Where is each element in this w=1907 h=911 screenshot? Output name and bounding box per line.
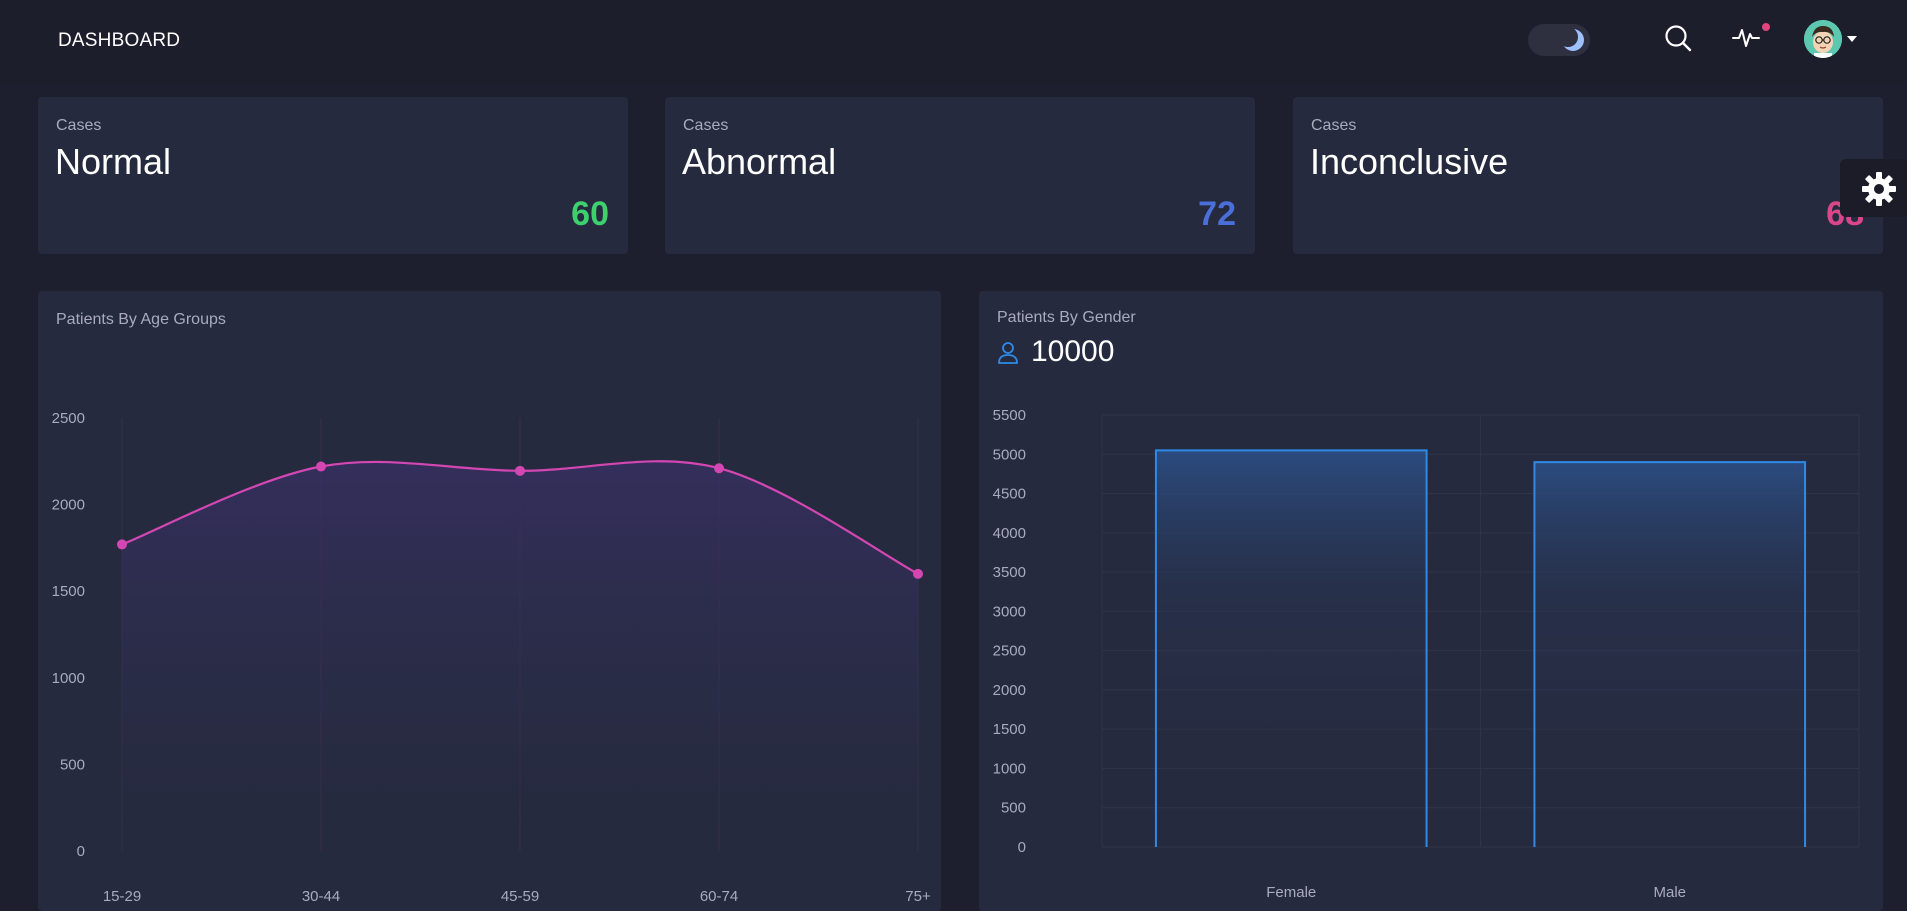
series-area: [122, 461, 918, 851]
y-tick-label: 1500: [52, 583, 85, 600]
search-icon: [1665, 25, 1692, 52]
moon-icon: [1560, 27, 1584, 51]
notification-dot: [1762, 23, 1770, 31]
gender-chart-card: Patients By Gender 10000 0 500 1000 1500 200…: [979, 291, 1883, 911]
y-tick-label: 0: [1018, 839, 1026, 856]
y-tick-label: 3500: [993, 564, 1026, 581]
data-point: [316, 461, 326, 472]
gender-chart: 0 500 1000 1500 2000 2500 3000 3500 4000 4500 5000…: [993, 407, 1860, 901]
stat-card-title: Abnormal: [682, 141, 837, 182]
activity-icon: [1732, 29, 1760, 47]
y-tick-label: 500: [1001, 800, 1026, 817]
x-tick-label: Female: [1266, 884, 1316, 901]
search-button[interactable]: [1662, 22, 1698, 58]
age-chart: 0 500 1000 1500 2000 2500 15-29 30-44 45-59 60-74…: [52, 410, 931, 905]
stat-card-subtitle: Cases: [683, 117, 729, 134]
stat-card-subtitle: Cases: [56, 117, 102, 134]
y-tick-label: 2500: [52, 410, 85, 427]
chevron-down-icon[interactable]: [1847, 36, 1857, 42]
x-tick-label: 30-44: [302, 888, 340, 905]
stat-card-inconclusive: Cases Inconclusive 68: [1293, 97, 1883, 254]
bar-fill: [1155, 450, 1427, 847]
page-title: DASHBOARD: [58, 30, 181, 51]
stat-card-normal: Cases Normal 60: [38, 97, 628, 254]
x-tick-label: Male: [1653, 884, 1686, 901]
y-tick-label: 5500: [993, 407, 1026, 424]
y-tick-label: 0: [77, 843, 85, 860]
y-tick-label: 2500: [993, 643, 1026, 660]
y-tick-label: 2000: [993, 682, 1026, 699]
activity-button[interactable]: [1730, 20, 1766, 56]
x-tick-label: 75+: [905, 888, 931, 905]
y-tick-label: 4000: [993, 525, 1026, 542]
bar-fill: [1534, 462, 1806, 847]
x-tick-label: 15-29: [103, 888, 141, 905]
data-point: [714, 463, 724, 474]
y-tick-label: 500: [60, 756, 85, 773]
settings-button[interactable]: [1840, 159, 1907, 217]
data-point: [515, 465, 525, 476]
theme-toggle[interactable]: [1528, 24, 1590, 56]
stat-card-value: 60: [571, 195, 609, 233]
avatar[interactable]: [1804, 20, 1842, 58]
avatar-image: [1804, 20, 1842, 58]
y-tick-label: 1500: [993, 721, 1026, 738]
y-tick-label: 5000: [993, 446, 1026, 463]
stat-card-title: Normal: [55, 141, 172, 182]
y-tick-label: 1000: [993, 760, 1026, 777]
data-point: [913, 568, 923, 579]
x-tick-label: 60-74: [700, 888, 738, 905]
data-point: [117, 539, 127, 550]
y-tick-label: 4500: [993, 486, 1026, 503]
age-chart-card: Patients By Age Groups 0 500 1000 1500 2000 2…: [38, 291, 941, 911]
y-tick-label: 2000: [52, 497, 85, 514]
stat-card-value: 72: [1198, 195, 1236, 233]
y-tick-label: 1000: [52, 670, 85, 687]
y-tick-label: 3000: [993, 603, 1026, 620]
top-bar: DASHBOARD: [0, 0, 1907, 84]
stat-card-title: Inconclusive: [1310, 141, 1509, 182]
x-tick-label: 45-59: [501, 888, 539, 905]
stat-card-subtitle: Cases: [1311, 117, 1357, 134]
gear-icon: [1862, 172, 1896, 206]
stat-card-abnormal: Cases Abnormal 72: [665, 97, 1255, 254]
